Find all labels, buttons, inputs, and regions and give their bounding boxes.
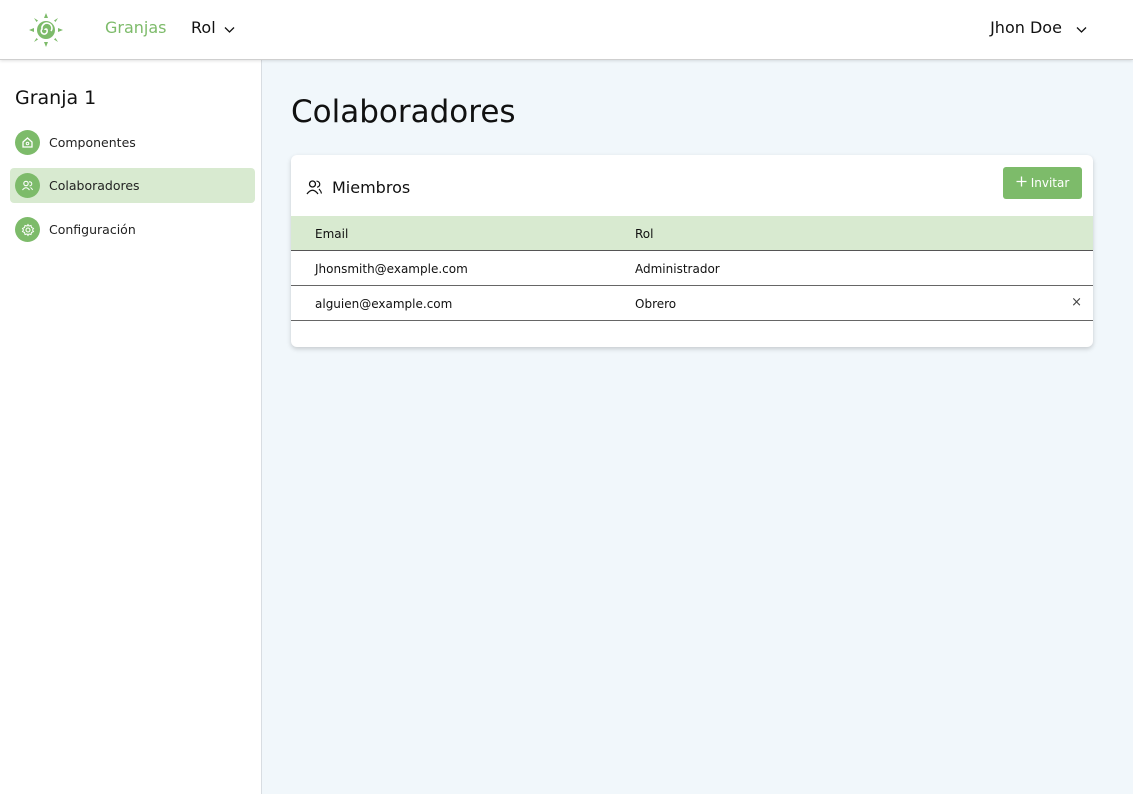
nav-role-dropdown[interactable]: Rol <box>191 18 235 38</box>
sidebar-item-componentes[interactable]: Componentes <box>10 125 255 160</box>
members-card-title: Miembros <box>332 178 411 197</box>
member-role: Administrador <box>635 262 720 276</box>
table-row: Jhonsmith@example.com Administrador <box>291 251 1093 286</box>
remove-member-close-icon[interactable]: × <box>1071 295 1082 310</box>
top-navbar: Granjas Rol Jhon Doe <box>0 0 1133 60</box>
nav-role-label: Rol <box>191 18 216 37</box>
users-icon <box>15 173 40 198</box>
column-header-email: Email <box>315 227 349 241</box>
member-email: Jhonsmith@example.com <box>315 262 468 276</box>
sun-spiral-logo-icon[interactable] <box>27 11 65 49</box>
sidebar-item-colaboradores[interactable]: Colaboradores <box>10 168 255 203</box>
sidebar-item-label: Componentes <box>49 135 136 150</box>
main-content: Colaboradores Miembros Invitar Email Rol… <box>262 60 1133 794</box>
farm-title: Granja 1 <box>15 87 97 109</box>
sidebar-item-label: Configuración <box>49 222 136 237</box>
user-name: Jhon Doe <box>990 18 1062 37</box>
page-title: Colaboradores <box>291 94 516 130</box>
nav-link-farms[interactable]: Granjas <box>105 18 167 37</box>
user-menu-dropdown[interactable]: Jhon Doe <box>990 18 1087 38</box>
sidebar-item-label: Colaboradores <box>49 178 140 193</box>
table-row: alguien@example.com Obrero × <box>291 286 1093 321</box>
chevron-down-icon <box>1076 19 1087 38</box>
home-icon <box>15 130 40 155</box>
members-table: Email Rol Jhonsmith@example.com Administ… <box>291 216 1093 321</box>
member-email: alguien@example.com <box>315 297 453 311</box>
invite-button[interactable]: Invitar <box>1003 167 1082 199</box>
table-header-row: Email Rol <box>291 216 1093 251</box>
column-header-role: Rol <box>635 227 654 241</box>
users-icon <box>306 179 323 199</box>
member-role: Obrero <box>635 297 677 311</box>
sidebar: Granja 1 Componentes Colaboradores Confi… <box>0 60 262 794</box>
plus-icon <box>1016 176 1027 190</box>
members-card-header: Miembros Invitar <box>291 155 1093 216</box>
members-card: Miembros Invitar Email Rol Jhonsmith@exa… <box>291 155 1093 347</box>
gear-icon <box>15 217 40 242</box>
chevron-down-icon <box>224 19 235 38</box>
sidebar-item-configuracion[interactable]: Configuración <box>10 212 255 247</box>
invite-button-label: Invitar <box>1030 176 1070 190</box>
